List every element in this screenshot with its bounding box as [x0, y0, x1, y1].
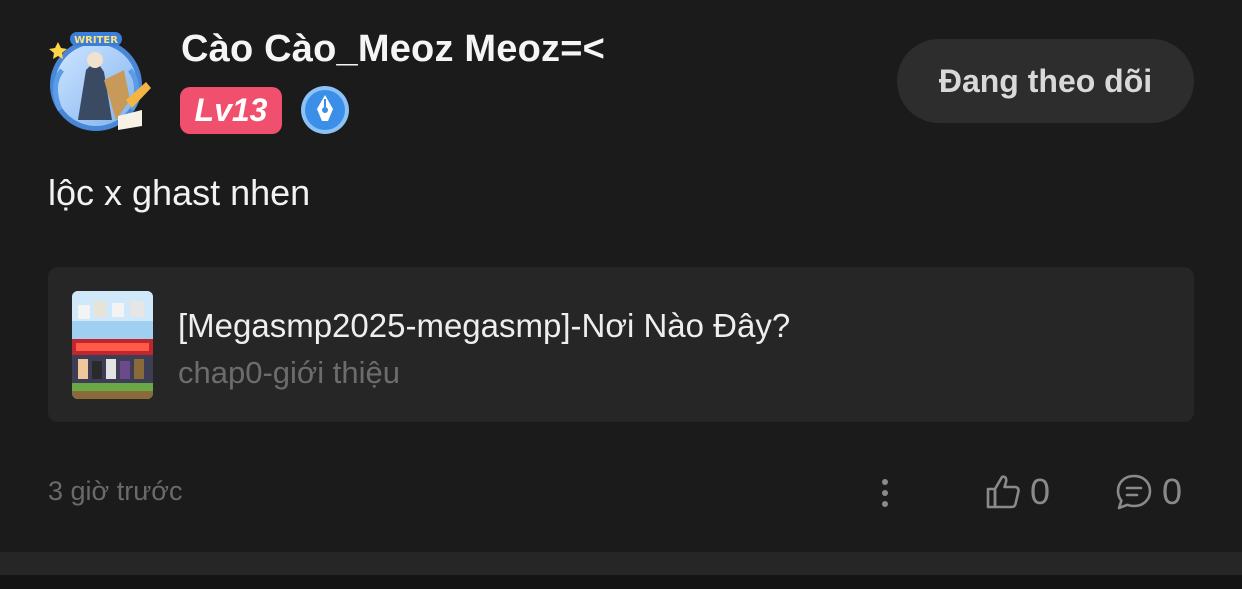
thumbs-up-icon [986, 475, 1020, 509]
vertical-dots-icon [882, 479, 888, 507]
like-count: 0 [1030, 471, 1051, 512]
story-cover-image [72, 291, 153, 399]
like-button[interactable]: 0 [984, 468, 1050, 516]
story-title: [Megasmp2025-megasmp]-Nơi Nào Đây? [178, 307, 791, 344]
level-badge: Lv13 [180, 87, 282, 134]
story-chapter: chap0-giới thiệu [178, 355, 400, 390]
more-options-button[interactable] [868, 472, 902, 514]
post-text: lộc x ghast nhen [48, 172, 311, 213]
comment-count: 0 [1162, 471, 1183, 512]
comment-bubble-icon [1116, 474, 1152, 510]
writer-pen-badge-icon [300, 85, 350, 135]
next-section-edge [0, 575, 1242, 589]
following-button[interactable]: Đang theo dõi [897, 39, 1194, 123]
section-divider [0, 552, 1242, 575]
svg-text:WRITER: WRITER [74, 35, 118, 46]
avatar[interactable]: WRITER [38, 30, 154, 136]
story-link-card[interactable]: [Megasmp2025-megasmp]-Nơi Nào Đây? chap0… [48, 267, 1194, 422]
post-card: WRITER Cào Cào_Meoz Meoz=< Lv13 Đang the… [0, 0, 1242, 552]
comment-button[interactable]: 0 [1114, 468, 1182, 516]
writer-avatar-frame-icon: WRITER [49, 32, 151, 131]
username[interactable]: Cào Cào_Meoz Meoz=< [181, 28, 605, 71]
post-timestamp: 3 giờ trước [48, 476, 183, 506]
